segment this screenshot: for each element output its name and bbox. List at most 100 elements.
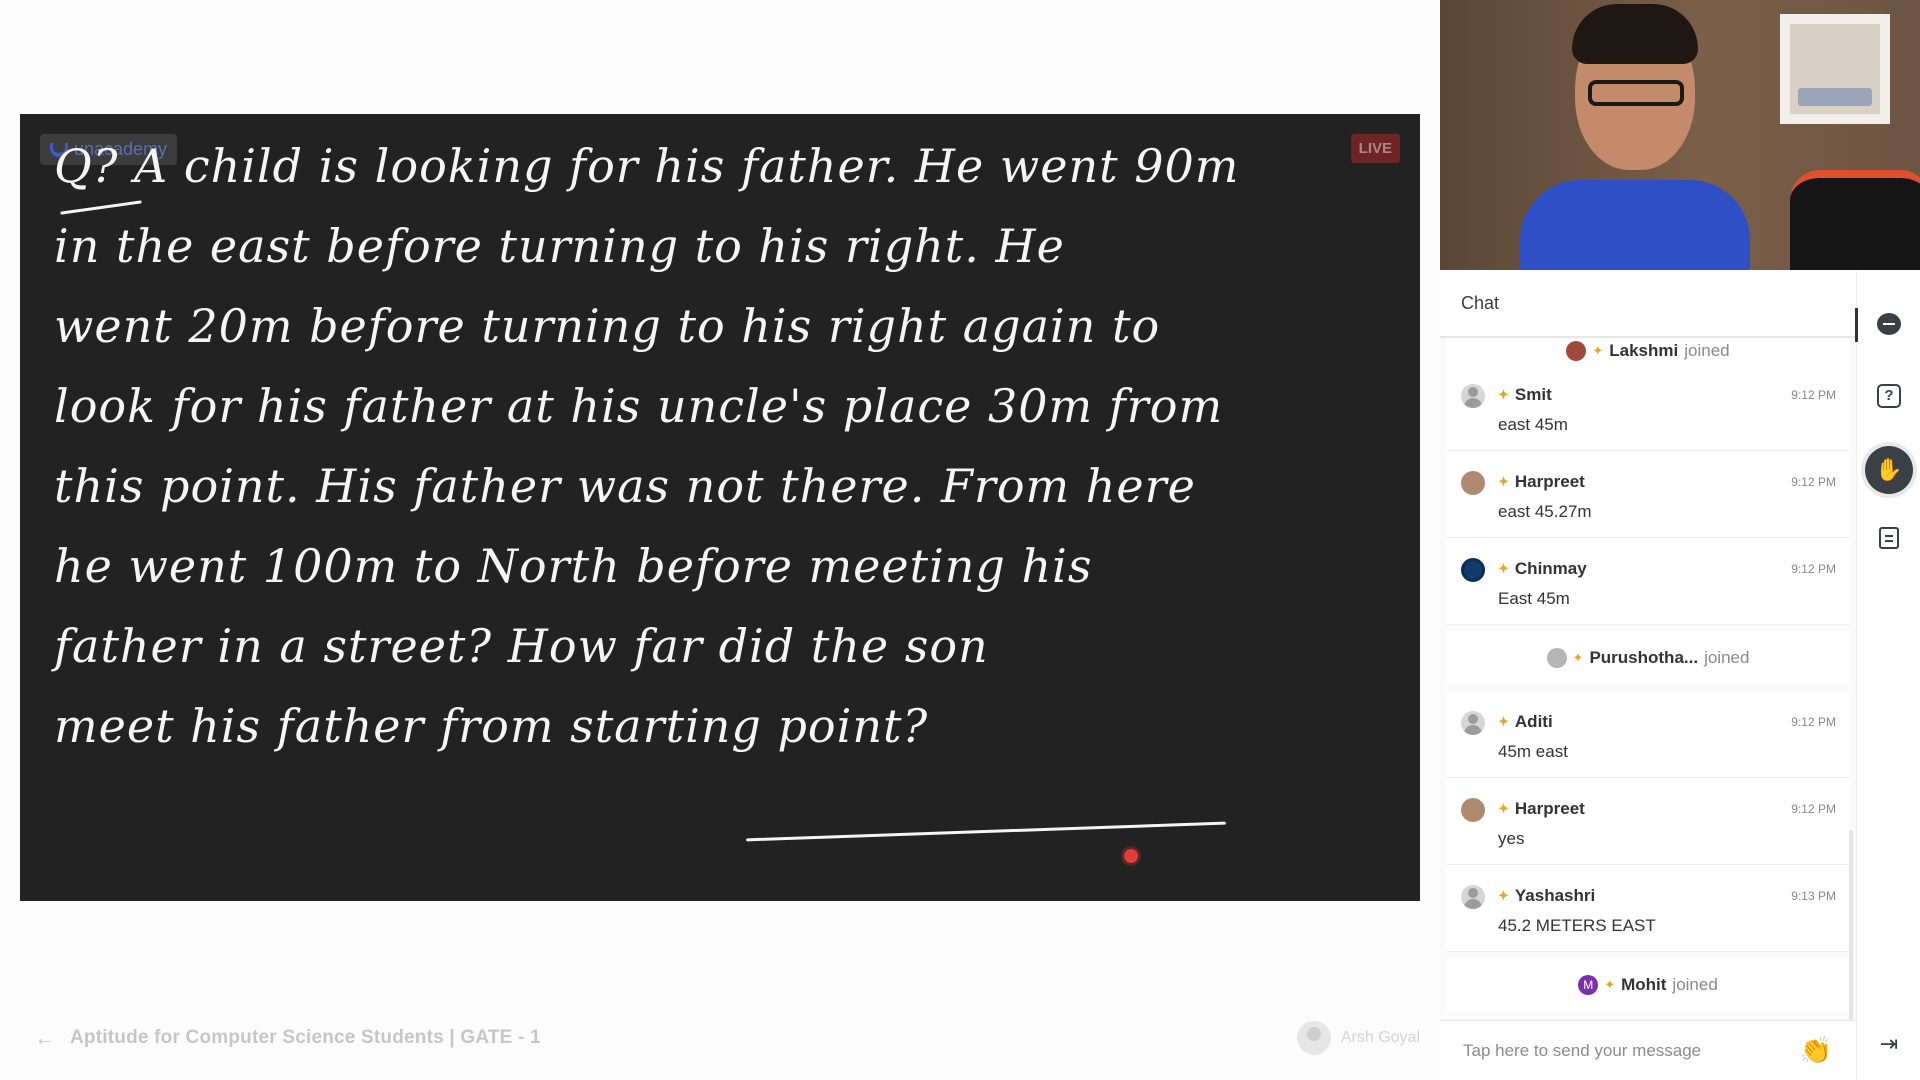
notes-tab-button[interactable] bbox=[1873, 522, 1905, 554]
board-line: this point. His father was not there. Fr… bbox=[54, 459, 1196, 513]
message-text: east 45.27m bbox=[1498, 502, 1592, 521]
raise-hand-button[interactable]: ✋ bbox=[1865, 446, 1913, 494]
join-user-name: Purushotha... bbox=[1589, 648, 1699, 667]
background-chair bbox=[1790, 170, 1920, 270]
hand-icon: ✋ bbox=[1875, 457, 1903, 482]
sender-name: Chinmay bbox=[1514, 559, 1587, 578]
spark-icon: ✦ bbox=[1498, 801, 1509, 816]
message-sender: ✦ Smit bbox=[1498, 385, 1552, 405]
message-time: 9:13 PM bbox=[1791, 889, 1836, 903]
chat-message: ✦ Smit 9:12 PM east 45m bbox=[1446, 364, 1850, 451]
message-sender: ✦ Harpreet bbox=[1498, 799, 1585, 819]
board-line: meet his father from starting point? bbox=[54, 699, 929, 753]
user-avatar bbox=[1566, 341, 1587, 361]
spark-icon: ✦ bbox=[1592, 343, 1604, 358]
message-time: 9:12 PM bbox=[1791, 715, 1836, 729]
user-avatar bbox=[1461, 798, 1485, 822]
board-line: he went 100m to North before meeting his bbox=[54, 539, 1093, 593]
educator-figure bbox=[1520, 4, 1750, 270]
notes-icon bbox=[1879, 527, 1899, 549]
starting-point-underline bbox=[746, 821, 1226, 842]
chat-message: ✦ Chinmay 9:12 PM East 45m bbox=[1446, 538, 1850, 625]
message-sender: ✦ Harpreet bbox=[1498, 472, 1585, 492]
board-handwriting: Q? A child is looking for his father. He… bbox=[54, 126, 1396, 766]
clap-reaction-icon[interactable]: 👏 bbox=[1800, 1035, 1832, 1066]
spark-icon: ✦ bbox=[1572, 650, 1584, 665]
user-avatar: M bbox=[1578, 975, 1599, 995]
spark-icon: ✦ bbox=[1498, 561, 1509, 576]
user-avatar bbox=[1461, 384, 1485, 408]
sender-name: Harpreet bbox=[1514, 472, 1585, 491]
join-suffix: joined bbox=[1684, 341, 1730, 360]
educator-body bbox=[1520, 180, 1750, 270]
laser-pointer-dot bbox=[1124, 849, 1138, 863]
message-sender: ✦ Yashashri bbox=[1498, 886, 1595, 906]
doubts-tab-button[interactable]: ? bbox=[1873, 380, 1905, 412]
chat-scrollbar[interactable] bbox=[1849, 830, 1853, 1020]
side-rail: ? ✋ ⇥ bbox=[1855, 270, 1920, 1080]
chat-message-list[interactable]: ✦ Lakshmi joined ✦ Smit 9:12 PM east 45m … bbox=[1440, 338, 1856, 1020]
educator-hair bbox=[1572, 4, 1698, 64]
spark-icon: ✦ bbox=[1604, 977, 1616, 992]
educator-info: Arsh Goyal bbox=[1296, 1021, 1420, 1055]
chat-message: ✦ Harpreet 9:12 PM yes bbox=[1446, 778, 1850, 865]
chat-bubble-icon bbox=[1877, 313, 1901, 335]
message-sender: ✦ Aditi bbox=[1498, 712, 1553, 732]
board-line: Q? A child is looking for his father. He… bbox=[54, 139, 1240, 193]
message-time: 9:12 PM bbox=[1791, 562, 1836, 576]
message-text: yes bbox=[1498, 829, 1525, 848]
user-avatar bbox=[1546, 648, 1567, 668]
message-text: east 45m bbox=[1498, 415, 1568, 434]
whiteboard: unacademy LIVE Q? A child is looking for… bbox=[20, 114, 1420, 901]
chat-tab-button[interactable] bbox=[1873, 308, 1905, 340]
user-avatar bbox=[1461, 711, 1485, 735]
message-text: 45m east bbox=[1498, 742, 1568, 761]
chat-message: ✦ Yashashri 9:13 PM 45.2 METERS EAST bbox=[1446, 865, 1850, 952]
board-line: look for his father at his uncle's place… bbox=[54, 379, 1224, 433]
course-title: Aptitude for Computer Science Students |… bbox=[70, 1027, 541, 1048]
educator-avatar bbox=[1296, 1021, 1331, 1055]
class-info-bar: ← Aptitude for Computer Science Students… bbox=[0, 1010, 1440, 1066]
join-user-name: Lakshmi bbox=[1609, 341, 1679, 360]
user-avatar bbox=[1461, 885, 1485, 909]
side-panel: Chat ✦ Lakshmi joined ✦ Smit 9:12 PM east… bbox=[1440, 0, 1920, 1080]
message-time: 9:12 PM bbox=[1791, 475, 1836, 489]
exit-icon: ⇥ bbox=[1879, 1031, 1899, 1056]
message-time: 9:12 PM bbox=[1791, 388, 1836, 402]
user-avatar bbox=[1461, 558, 1485, 582]
classroom-main: unacademy LIVE Q? A child is looking for… bbox=[0, 0, 1440, 1080]
chat-header: Chat bbox=[1440, 270, 1856, 338]
join-notice: ✦ Purushotha... joined bbox=[1446, 631, 1850, 685]
sender-name: Yashashri bbox=[1514, 886, 1596, 905]
question-icon: ? bbox=[1877, 384, 1901, 408]
message-composer: 👏 bbox=[1440, 1020, 1856, 1080]
message-text: 45.2 METERS EAST bbox=[1498, 916, 1656, 935]
message-input[interactable] bbox=[1463, 1040, 1793, 1061]
board-line: father in a street? How far did the son bbox=[54, 619, 989, 673]
spark-icon: ✦ bbox=[1498, 474, 1509, 489]
board-line: went 20m before turning to his right aga… bbox=[54, 299, 1161, 353]
educator-name: Arsh Goyal bbox=[1340, 1029, 1420, 1046]
background-shelf bbox=[1780, 14, 1890, 124]
active-tab-indicator bbox=[1855, 308, 1858, 342]
message-text: East 45m bbox=[1498, 589, 1570, 608]
user-avatar bbox=[1461, 471, 1485, 495]
spark-icon: ✦ bbox=[1498, 387, 1509, 402]
board-line: in the east before turning to his right.… bbox=[54, 219, 1065, 273]
join-notice: M ✦ Mohit joined bbox=[1446, 958, 1850, 1012]
exit-class-button[interactable]: ⇥ bbox=[1873, 1028, 1905, 1060]
sender-name: Aditi bbox=[1514, 712, 1553, 731]
message-sender: ✦ Chinmay bbox=[1498, 559, 1587, 579]
sender-name: Smit bbox=[1514, 385, 1552, 404]
chat-title: Chat bbox=[1461, 292, 1500, 313]
join-suffix: joined bbox=[1672, 975, 1718, 994]
back-arrow-icon[interactable]: ← bbox=[34, 1025, 56, 1051]
spark-icon: ✦ bbox=[1498, 888, 1509, 903]
message-time: 9:12 PM bbox=[1791, 802, 1836, 816]
educator-glasses bbox=[1588, 80, 1684, 106]
spark-icon: ✦ bbox=[1498, 714, 1509, 729]
sender-name: Harpreet bbox=[1514, 799, 1585, 818]
educator-video bbox=[1440, 0, 1920, 270]
chat-message: ✦ Harpreet 9:12 PM east 45.27m bbox=[1446, 451, 1850, 538]
join-suffix: joined bbox=[1704, 648, 1750, 667]
